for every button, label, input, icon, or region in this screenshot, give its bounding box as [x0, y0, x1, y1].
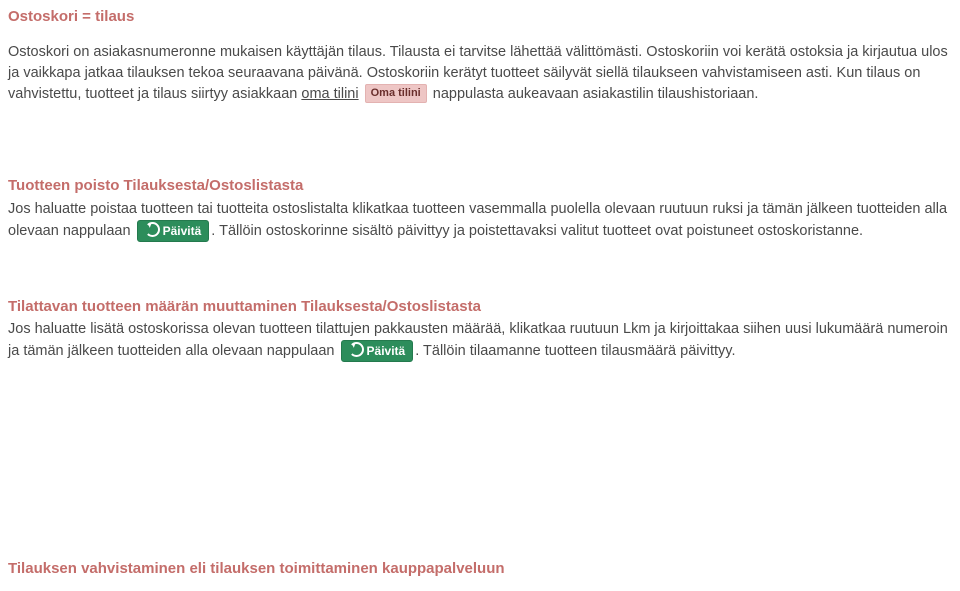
paragraph-maaran-muuttaminen: Jos haluatte lisätä ostoskorissa olevan …: [8, 319, 952, 362]
refresh-icon: [145, 222, 160, 237]
button-oma-tilini[interactable]: Oma tilini: [365, 84, 427, 103]
link-oma-tilini[interactable]: oma tilini: [301, 86, 358, 102]
heading-tuotteen-poisto: Tuotteen poisto Tilauksesta/Ostoslistast…: [8, 175, 952, 197]
spacer: [8, 268, 952, 296]
heading-maaran-muuttaminen: Tilattavan tuotteen määrän muuttaminen T…: [8, 296, 952, 318]
paragraph-ostoskori: Ostoskori on asiakasnumeronne mukaisen k…: [8, 42, 952, 105]
spacer: [8, 388, 952, 558]
document-page: Ostoskori = tilaus Ostoskori on asiakasn…: [0, 0, 960, 580]
paragraph-tuotteen-poisto: Jos haluatte poistaa tuotteen tai tuotte…: [8, 199, 952, 242]
heading-ostoskori-tilaus: Ostoskori = tilaus: [8, 6, 952, 28]
text: nappulasta aukeavaan asiakastilin tilaus…: [433, 86, 759, 102]
refresh-icon: [349, 342, 364, 357]
heading-tilauksen-vahvistaminen: Tilauksen vahvistaminen eli tilauksen to…: [8, 558, 952, 580]
spacer: [8, 131, 952, 175]
button-paivita[interactable]: Päivitä: [341, 340, 414, 362]
text: . Tällöin ostoskorinne sisältö päivittyy…: [211, 222, 863, 238]
button-label: Päivitä: [163, 224, 202, 238]
text: . Tällöin tilaamanne tuotteen tilausmäär…: [415, 343, 735, 359]
button-paivita[interactable]: Päivitä: [137, 220, 210, 242]
button-label: Päivitä: [367, 344, 406, 358]
